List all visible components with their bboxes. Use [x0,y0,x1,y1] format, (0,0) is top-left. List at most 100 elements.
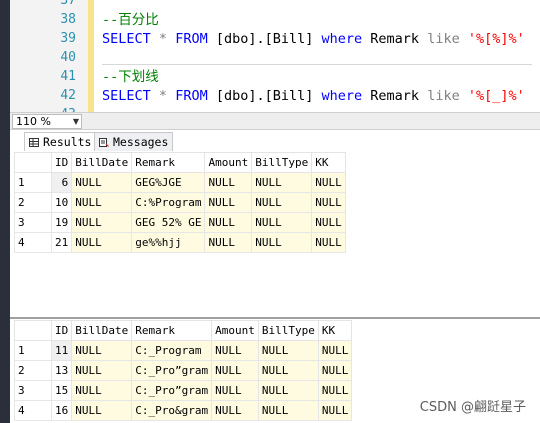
row-number[interactable]: 1 [14,172,52,193]
results-table-2: ID BillDate Remark Amount BillType KK 1 11 NULL C… [14,320,353,421]
code-line[interactable]: 42 SELECT * FROM [dbo].[Bill] where Remar… [10,86,540,106]
table-cell[interactable]: NULL [204,172,253,193]
row-number[interactable]: 1 [14,340,52,361]
code-line[interactable]: 38 --百分比 [10,10,540,30]
code-token: SELECT [102,31,151,47]
table-cell[interactable]: NULL [71,340,133,361]
row-number[interactable]: 3 [14,380,52,401]
table-cell[interactable]: NULL [71,380,133,401]
table-cell[interactable]: NULL [251,192,313,213]
table-cell[interactable]: C:_Pro&gram [131,400,213,421]
code-token: --下划线 [102,69,159,85]
table-cell[interactable]: 21 [50,232,73,253]
table-cell[interactable]: NULL [257,380,319,401]
chevron-down-icon[interactable]: ▼ [73,115,79,128]
table-cell[interactable]: C:_Pro”gram [131,380,213,401]
table-cell[interactable]: NULL [311,232,346,253]
column-header[interactable]: BillType [257,320,319,341]
code-token: SELECT [102,88,151,104]
code-line[interactable]: 43 [10,105,540,112]
table-cell[interactable]: GEG 52% GE [131,212,206,233]
tab-results[interactable]: Results [24,132,97,151]
table-cell[interactable]: NULL [317,340,353,361]
column-header[interactable]: BillDate [71,152,133,173]
tab-messages[interactable]: Messages [94,132,174,151]
table-cell[interactable]: NULL [257,360,319,381]
row-number[interactable]: 4 [14,400,52,421]
column-header[interactable]: Remark [131,320,213,341]
table-cell[interactable]: NULL [204,232,253,253]
table-cell[interactable]: NULL [251,232,313,253]
table-cell[interactable]: 19 [50,212,73,233]
column-header[interactable]: BillDate [71,320,133,341]
table-cell[interactable]: NULL [71,192,133,213]
table-cell[interactable]: NULL [311,212,346,233]
grid-splitter[interactable] [10,317,540,319]
column-header[interactable]: Remark [131,152,206,173]
table-cell[interactable]: NULL [211,340,259,361]
column-header[interactable]: ID [50,320,73,341]
table-cell[interactable]: 16 [50,400,73,421]
code-line[interactable]: 40 [10,48,540,68]
table-cell[interactable]: C:_Program [131,340,213,361]
table-cell[interactable]: GEG%JGE [131,172,206,193]
table-cell[interactable]: NULL [71,360,133,381]
table-cell[interactable]: NULL [211,400,259,421]
table-cell[interactable]: NULL [71,232,133,253]
code-line[interactable]: 41 --下划线 [10,67,540,87]
row-number[interactable]: 2 [14,192,52,213]
table-cell[interactable]: 15 [50,380,73,401]
table-cell[interactable]: NULL [71,400,133,421]
table-cell[interactable]: 13 [50,360,73,381]
table-cell[interactable]: NULL [311,172,346,193]
column-header[interactable]: KK [311,152,346,173]
code-token: '%[_]%' [467,88,525,104]
table-cell[interactable]: C:%Program [131,192,206,213]
table-cell[interactable]: NULL [257,340,319,361]
zoom-bar: 110 % ▼ [10,112,540,130]
header-row: ID BillDate Remark Amount BillType KK [14,320,353,341]
table-cell[interactable]: ge%%hjj [131,232,206,253]
table-row[interactable]: 2 13 NULL C:_Pro”gram NULL NULL NULL [14,360,353,381]
table-row[interactable]: 4 16 NULL C:_Pro&gram NULL NULL NULL [14,400,353,421]
table-cell[interactable]: NULL [311,192,346,213]
column-header[interactable]: ID [50,152,73,173]
table-row[interactable]: 2 10 NULL C:%Program NULL NULL NULL [14,192,346,213]
code-token: '%[%]%' [467,31,525,47]
table-cell[interactable]: NULL [317,400,353,421]
table-cell[interactable]: NULL [317,380,353,401]
column-header[interactable]: Amount [204,152,253,173]
table-cell[interactable]: NULL [317,360,353,381]
table-cell[interactable]: 6 [50,172,73,193]
table-cell[interactable]: C:_Pro”gram [131,360,213,381]
table-cell[interactable]: NULL [257,400,319,421]
row-number[interactable]: 2 [14,360,52,381]
row-number[interactable]: 4 [14,232,52,253]
code-token: where [321,88,363,104]
table-cell[interactable]: NULL [204,212,253,233]
table-row[interactable]: 1 6 NULL GEG%JGE NULL NULL NULL [14,172,346,193]
table-row[interactable]: 4 21 NULL ge%%hjj NULL NULL NULL [14,232,346,253]
table-row[interactable]: 3 15 NULL C:_Pro”gram NULL NULL NULL [14,380,353,401]
row-number-header[interactable] [14,320,52,341]
table-cell[interactable]: NULL [71,172,133,193]
table-cell[interactable]: NULL [251,172,313,193]
table-row[interactable]: 1 11 NULL C:_Program NULL NULL NULL [14,340,353,361]
row-number-header[interactable] [14,152,52,173]
table-cell[interactable]: 11 [50,340,73,361]
column-header[interactable]: KK [317,320,353,341]
table-cell[interactable]: NULL [211,380,259,401]
table-cell[interactable]: NULL [71,212,133,233]
sql-editor[interactable]: 37 38 --百分比 39 SELECT * FROM [dbo].[Bill] wh… [10,0,540,112]
column-header[interactable]: Amount [211,320,259,341]
zoom-select[interactable]: 110 % ▼ [12,114,82,129]
row-number[interactable]: 3 [14,212,52,233]
table-cell[interactable]: NULL [251,212,313,233]
table-row[interactable]: 3 19 NULL GEG 52% GE NULL NULL NULL [14,212,346,233]
table-cell[interactable]: NULL [211,360,259,381]
code-line[interactable]: 39 SELECT * FROM [dbo].[Bill] where Remar… [10,29,540,49]
table-cell[interactable]: NULL [204,192,253,213]
table-cell[interactable]: 10 [50,192,73,213]
column-header[interactable]: BillType [251,152,313,173]
